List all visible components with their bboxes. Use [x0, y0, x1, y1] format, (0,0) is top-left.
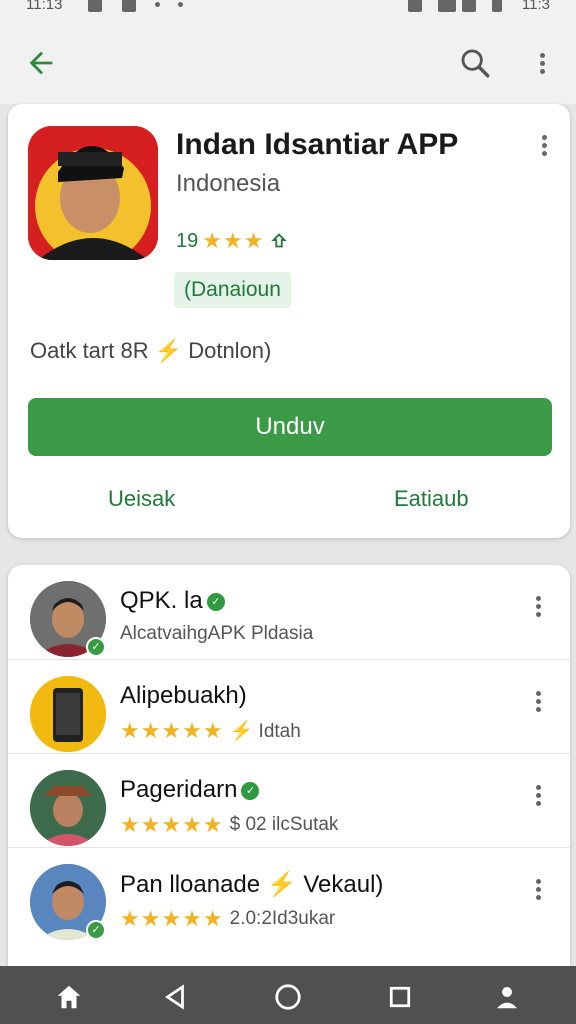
app-icon: [28, 126, 158, 260]
more-vertical-icon: [528, 785, 548, 806]
rating-stars: ★★★: [202, 228, 265, 253]
more-vertical-icon: [528, 596, 548, 617]
list-item[interactable]: ✓ QPK. la ✓ AlcatvaihgAPK Pldasia: [8, 565, 570, 659]
status-time-right: 11:3: [521, 0, 550, 13]
verified-icon: ✓: [241, 781, 260, 800]
arrow-left-icon: [29, 51, 53, 75]
more-vertical-icon: [528, 879, 548, 900]
upload-icon: [271, 233, 288, 248]
back-button[interactable]: [18, 40, 64, 86]
list-item[interactable]: ✓ Pan lloanade ⚡ Vekaul) ★★★★★ 2.0:2Id3u…: [8, 847, 570, 941]
list-item-more-button[interactable]: [528, 688, 548, 718]
verified-icon: ✓: [206, 592, 225, 611]
list-item-title: QPK. la ✓: [120, 587, 225, 615]
status-time: 11:13: [26, 0, 63, 13]
avatar: [30, 676, 106, 752]
app-title: Indan Idsantiar APP: [176, 128, 459, 161]
more-vertical-icon: [528, 691, 548, 712]
list-item-title: Alipebuakh): [120, 682, 247, 709]
install-button[interactable]: Unduv: [28, 398, 552, 456]
search-button[interactable]: [452, 40, 498, 86]
battery-icon: [492, 0, 502, 12]
wifi-icon: [438, 0, 456, 12]
avatar: [30, 770, 106, 846]
recent-apps-button[interactable]: [385, 982, 415, 1012]
rating-stars: ★★★★★: [120, 906, 224, 931]
list-item-subtitle: ★★★★★ 2.0:2Id3ukar: [120, 906, 336, 931]
app-portrait-icon: [28, 126, 158, 260]
verified-badge: ✓: [86, 920, 106, 940]
app-info-line: Oatk tart 8R ⚡ Dotnlon): [30, 338, 272, 363]
notification-icon: [88, 0, 102, 12]
notification-dot-icon: [178, 2, 183, 7]
home-icon: [57, 985, 81, 1009]
app-bar: [0, 18, 576, 104]
rating-stars: ★★★★★: [120, 718, 224, 743]
related-apps-card: ✓ QPK. la ✓ AlcatvaihgAPK Pldasia Alipebu…: [8, 565, 570, 985]
list-item[interactable]: Alipebuakh) ★★★★★ ⚡ Idtah: [8, 659, 570, 753]
person-icon: [497, 987, 517, 1009]
triangle-back-icon: [165, 984, 184, 1010]
app-details-card: Indan Idsantiar APP Indonesia 19 ★★★ (Da…: [8, 104, 570, 538]
vibrate-icon: [408, 0, 422, 12]
signal-icon: [462, 0, 476, 12]
circle-icon: [275, 984, 301, 1010]
square-icon: [389, 986, 411, 1008]
search-icon: [461, 49, 490, 78]
list-item-more-button[interactable]: [528, 876, 548, 906]
category-chip[interactable]: (Danaioun: [174, 272, 291, 308]
status-bar: 11:13 11:3: [0, 0, 576, 18]
navigation-bar: [0, 966, 576, 1024]
rating-row: 19 ★★★: [176, 228, 290, 254]
notification-icon: [122, 0, 136, 12]
more-vertical-icon: [534, 135, 554, 156]
card-more-button[interactable]: [534, 132, 554, 162]
list-item-more-button[interactable]: [528, 593, 548, 623]
list-item-title: Pan lloanade ⚡ Vekaul): [120, 871, 384, 898]
more-vertical-icon: [539, 50, 545, 77]
secondary-action-right[interactable]: Eatiaub: [394, 486, 469, 512]
verified-badge: ✓: [86, 637, 106, 657]
developer-name[interactable]: Indonesia: [176, 170, 280, 198]
list-item-subtitle: ★★★★★ $ 02 ilcSutak: [120, 812, 339, 837]
rating-value: 19: [176, 229, 199, 252]
list-item-subtitle: AlcatvaihgAPK Pldasia: [120, 623, 314, 644]
home-circle-button[interactable]: [273, 982, 303, 1012]
phone-icon: [30, 676, 106, 752]
profile-button[interactable]: [492, 982, 522, 1012]
home-button[interactable]: [54, 982, 84, 1012]
rating-stars: ★★★★★: [120, 812, 224, 837]
more-button[interactable]: [522, 40, 562, 86]
avatar-icon: [30, 770, 106, 846]
secondary-action-left[interactable]: Ueisak: [108, 486, 175, 512]
list-item-subtitle: ★★★★★ ⚡ Idtah: [120, 718, 301, 743]
list-item-more-button[interactable]: [528, 782, 548, 812]
list-item[interactable]: Pageridarn ✓ ★★★★★ $ 02 ilcSutak: [8, 753, 570, 847]
notification-dot-icon: [155, 2, 160, 7]
back-nav-button[interactable]: [160, 982, 190, 1012]
list-item-title: Pageridarn ✓: [120, 776, 260, 804]
